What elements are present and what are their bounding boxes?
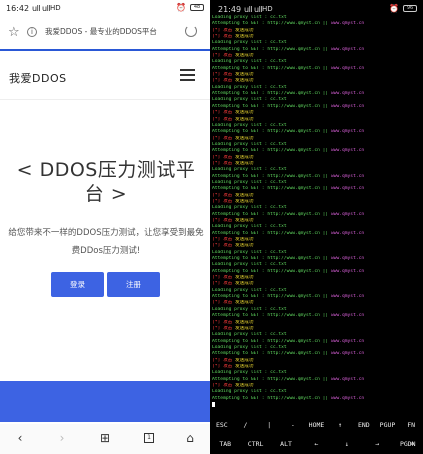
- extra-key-r2-4[interactable]: ↓: [332, 435, 362, 454]
- page-title-in-address-bar[interactable]: 我爱DDOS - 最专业的DDOS平台: [45, 26, 157, 37]
- forward-icon[interactable]: ›: [54, 430, 70, 446]
- site-header: 我爱DDOS: [0, 52, 210, 100]
- extra-keys-row-1: ESC / | - HOME ↑ END PGUP FN: [210, 416, 423, 435]
- extra-key-r1-7[interactable]: PGUP: [376, 416, 400, 435]
- home-icon[interactable]: ⌂: [182, 430, 198, 446]
- grid-menu-icon[interactable]: ⊞: [97, 430, 113, 446]
- network-type: HD: [262, 5, 273, 13]
- extra-key-r1-3[interactable]: -: [281, 416, 305, 435]
- extra-key-r1-0[interactable]: ESC: [210, 416, 234, 435]
- terminal-pane: 21:49 ull ull HD ⏰ 96 Loading proxy list…: [210, 0, 423, 454]
- menu-icon[interactable]: [180, 69, 195, 81]
- hero-title: < DDOS压力测试平台 >: [16, 159, 196, 205]
- keyboard-toggle-icon[interactable]: ⌨: [402, 435, 422, 454]
- register-button[interactable]: 注册: [107, 272, 160, 297]
- site-logo[interactable]: 我爱DDOS: [9, 70, 67, 86]
- extra-key-r2-0[interactable]: TAB: [210, 435, 240, 454]
- terminal-output[interactable]: Loading proxy list : cc.txt Attempting to…: [212, 15, 423, 411]
- status-bar: 16:42 ull ull HD ⏰ 48: [0, 0, 210, 17]
- extra-key-r2-3[interactable]: ←: [301, 435, 331, 454]
- network-type: HD: [50, 4, 61, 12]
- status-time: 21:49: [218, 5, 242, 14]
- browser-pane: 16:42 ull ull HD ⏰ 48 ☆ i 我爱DDOS - 最专业的D…: [0, 0, 210, 454]
- signal-icon: ull ull: [32, 4, 51, 13]
- back-icon[interactable]: ‹: [12, 430, 28, 446]
- status-time: 16:42: [6, 4, 30, 13]
- site-info-icon[interactable]: i: [27, 27, 37, 37]
- hero-subtitle: 给您带来不一样的DDOS压力测试，让您享受到最免费DDos压力测试!: [8, 228, 204, 256]
- split-screen: 16:42 ull ull HD ⏰ 48 ☆ i 我爱DDOS - 最专业的D…: [0, 0, 423, 454]
- signal-icon: ull ull: [244, 5, 263, 14]
- browser-bottom-nav: ‹ › ⊞ 1 ⌂: [0, 424, 210, 454]
- extra-keys-row-2: TAB CTRL ALT ← ↓ → PGDN ⌨: [210, 435, 423, 454]
- extra-key-r1-6[interactable]: END: [352, 416, 376, 435]
- bookmark-star-icon[interactable]: ☆: [8, 26, 20, 40]
- extra-key-r2-2[interactable]: ALT: [271, 435, 301, 454]
- battery-icon: 48: [190, 4, 204, 11]
- battery-icon: 96: [403, 5, 417, 12]
- extra-key-r1-4[interactable]: HOME: [305, 416, 329, 435]
- alarm-icon: ⏰: [176, 3, 186, 12]
- load-progress-line: [0, 49, 210, 51]
- address-bar[interactable]: ☆ i 我爱DDOS - 最专业的DDOS平台: [0, 20, 210, 48]
- terminal-cursor-line: [212, 401, 423, 408]
- login-button[interactable]: 登录: [51, 272, 104, 297]
- extra-key-r2-5[interactable]: →: [362, 435, 392, 454]
- footer-band: [0, 381, 210, 422]
- extra-key-r1-2[interactable]: |: [257, 416, 281, 435]
- alarm-icon: ⏰: [389, 4, 399, 13]
- reload-icon[interactable]: [185, 25, 197, 37]
- extra-keys-bar: ESC / | - HOME ↑ END PGUP FN TAB CTRL ALT ← ↓ → PGDN ⌨: [210, 416, 423, 454]
- extra-key-r1-1[interactable]: /: [234, 416, 258, 435]
- extra-key-r1-5[interactable]: ↑: [328, 416, 352, 435]
- extra-key-r1-8[interactable]: FN: [399, 416, 423, 435]
- tabs-icon[interactable]: 1: [141, 430, 157, 443]
- extra-key-r2-1[interactable]: CTRL: [240, 435, 270, 454]
- tabs-count: 1: [144, 433, 154, 443]
- terminal-cursor: [212, 401, 215, 407]
